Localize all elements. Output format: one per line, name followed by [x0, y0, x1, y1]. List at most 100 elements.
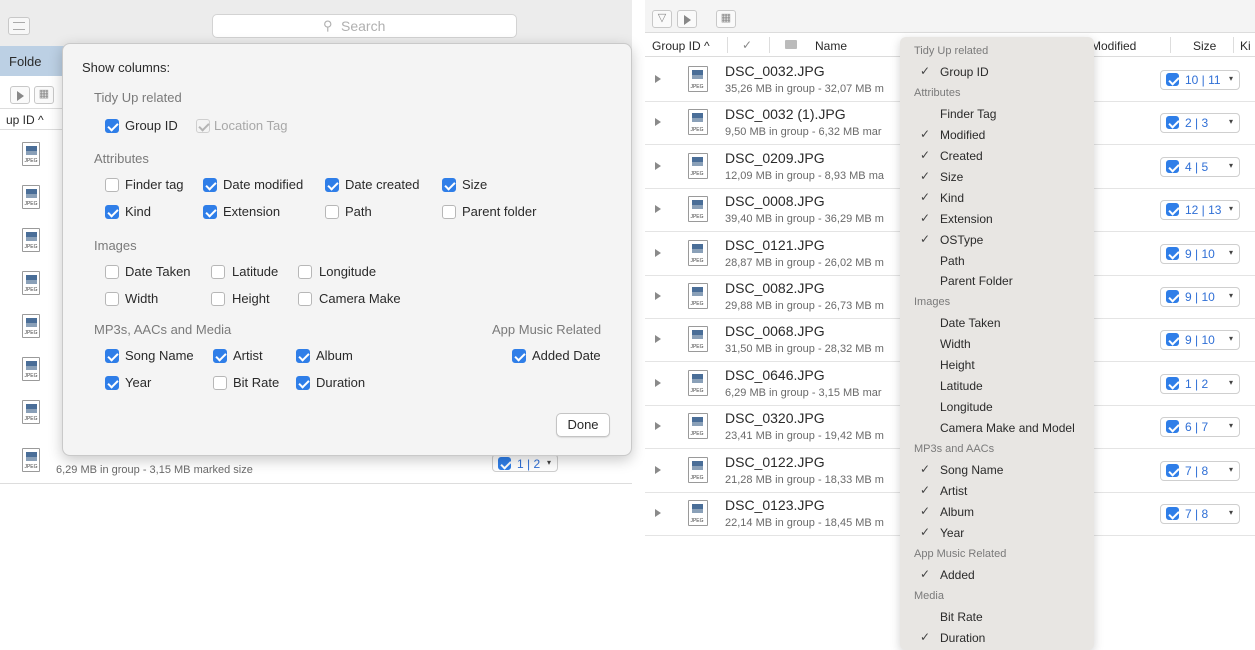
group-select[interactable]: 7 | 8 ▾ [1160, 460, 1240, 481]
artist-checkbox[interactable] [213, 349, 227, 363]
menu-item[interactable]: Latitude [900, 376, 1094, 397]
longitude-checkbox[interactable] [298, 265, 312, 279]
group-checkbox[interactable] [1166, 73, 1179, 86]
column-header-group-id[interactable]: up ID ^ [0, 108, 63, 130]
menu-item[interactable]: Camera Make and Model [900, 418, 1094, 439]
group-select[interactable]: 4 | 5 ▾ [1160, 156, 1240, 177]
width-checkbox[interactable] [105, 292, 119, 306]
menu-item[interactable]: Longitude [900, 397, 1094, 418]
column-header-modified[interactable]: Modified [1091, 39, 1149, 53]
finder-tag-checkbox[interactable] [105, 178, 119, 192]
tab-folders[interactable]: Folde [0, 46, 70, 76]
menu-item[interactable]: Finder Tag [900, 104, 1094, 125]
group-checkbox[interactable] [1166, 116, 1179, 130]
menu-item[interactable]: Bit Rate [900, 607, 1094, 628]
list-item[interactable]: JPEG [8, 177, 63, 220]
group-checkbox[interactable] [1166, 333, 1179, 347]
list-item[interactable]: JPEG [8, 349, 63, 392]
size-checkbox[interactable] [442, 178, 456, 192]
search-field[interactable]: ⚲ Search [212, 14, 517, 38]
date-taken-checkbox[interactable] [105, 265, 119, 279]
menu-item[interactable]: ✓ Size [900, 167, 1094, 188]
filter-button[interactable]: ▽ [652, 10, 672, 28]
camera-make-checkbox[interactable] [298, 292, 312, 306]
column-header-name[interactable]: Name [815, 39, 847, 53]
duration-checkbox[interactable] [296, 376, 310, 390]
disclosure-button[interactable] [677, 10, 697, 28]
sidebar-toggle-button[interactable] [8, 17, 30, 35]
menu-item[interactable]: ✓ Created [900, 146, 1094, 167]
disclosure-triangle-icon[interactable] [655, 248, 661, 257]
column-header-check[interactable]: ✓ [742, 38, 752, 52]
disclosure-triangle-icon[interactable] [655, 161, 661, 170]
group-checkbox[interactable] [1166, 159, 1179, 173]
group-select[interactable]: 6 | 7 ▾ [1160, 417, 1240, 438]
group-select[interactable]: 9 | 10 ▾ [1160, 330, 1240, 351]
menu-item[interactable]: Width [900, 334, 1094, 355]
menu-item[interactable]: ✓ Kind [900, 188, 1094, 209]
group-id-checkbox[interactable] [105, 119, 119, 133]
disclosure-triangle-icon[interactable] [655, 509, 661, 517]
group-checkbox[interactable] [1166, 507, 1179, 520]
menu-item[interactable]: ✓ Duration [900, 628, 1094, 649]
disclosure-triangle-icon[interactable] [655, 118, 661, 127]
disclosure-triangle-icon[interactable] [655, 465, 661, 474]
album-checkbox[interactable] [296, 349, 310, 363]
column-header-kind[interactable]: Ki [1240, 39, 1251, 53]
group-select[interactable]: 9 | 10 ▾ [1160, 287, 1240, 307]
year-checkbox[interactable] [105, 376, 119, 390]
menu-item[interactable]: Height [900, 355, 1094, 376]
column-header-group-id[interactable]: Group ID ^ [652, 39, 710, 53]
bit-rate-checkbox[interactable] [213, 376, 227, 390]
disclosure-triangle-icon[interactable] [655, 422, 661, 431]
group-checkbox[interactable] [1166, 203, 1179, 217]
done-button[interactable]: Done [556, 413, 610, 437]
kind-checkbox[interactable] [105, 205, 119, 219]
extension-checkbox[interactable] [203, 205, 217, 219]
group-select[interactable]: 12 | 13 ▾ [1160, 200, 1240, 221]
parent-folder-checkbox[interactable] [442, 205, 456, 219]
grid-view-button[interactable]: ▦ [34, 86, 54, 104]
date-modified-checkbox[interactable] [203, 178, 217, 192]
disclosure-triangle-icon[interactable] [655, 205, 661, 214]
height-checkbox[interactable] [211, 292, 225, 306]
menu-item[interactable]: ✓ Modified [900, 125, 1094, 146]
group-select[interactable]: 2 | 3 ▾ [1160, 113, 1240, 134]
group-select[interactable]: 1 | 2 ▾ [492, 454, 558, 472]
menu-item[interactable]: ✓ Year [900, 523, 1094, 544]
list-item[interactable]: JPEG [8, 134, 63, 177]
disclosure-button[interactable] [10, 86, 30, 104]
menu-item[interactable]: ✓ Artist [900, 481, 1094, 502]
menu-item[interactable]: ✓ Song Name [900, 460, 1094, 481]
group-select[interactable]: 1 | 2 ▾ [1160, 373, 1240, 394]
group-checkbox[interactable] [498, 457, 511, 470]
menu-item[interactable]: ✓ OSType [900, 230, 1094, 251]
group-checkbox[interactable] [1166, 420, 1179, 434]
disclosure-triangle-icon[interactable] [655, 378, 661, 387]
song-name-checkbox[interactable] [105, 349, 119, 363]
list-item[interactable]: JPEG [8, 220, 63, 263]
menu-item[interactable]: Date Taken [900, 313, 1094, 334]
menu-item[interactable]: ✓ Extension [900, 209, 1094, 230]
group-checkbox[interactable] [1166, 463, 1179, 477]
date-created-checkbox[interactable] [325, 178, 339, 192]
added-date-checkbox[interactable] [512, 349, 526, 363]
group-select[interactable]: 7 | 8 ▾ [1160, 504, 1240, 524]
group-select[interactable]: 9 | 10 ▾ [1160, 243, 1240, 264]
list-item[interactable]: JPEG [8, 392, 63, 435]
menu-item[interactable]: ✓ Album [900, 502, 1094, 523]
group-checkbox[interactable] [1166, 246, 1179, 260]
group-checkbox[interactable] [1166, 376, 1179, 390]
menu-item[interactable]: ✓ Group ID [900, 62, 1094, 83]
menu-item[interactable]: Path [900, 251, 1094, 272]
group-checkbox[interactable] [1166, 290, 1179, 303]
menu-item[interactable]: ✓ Added [900, 565, 1094, 586]
group-select[interactable]: 10 | 11 ▾ [1160, 70, 1240, 90]
list-item[interactable]: JPEG [8, 306, 63, 349]
grid-view-button[interactable]: ▦ [716, 10, 736, 28]
disclosure-triangle-icon[interactable] [655, 292, 661, 300]
disclosure-triangle-icon[interactable] [655, 75, 661, 83]
disclosure-triangle-icon[interactable] [655, 335, 661, 344]
latitude-checkbox[interactable] [211, 265, 225, 279]
menu-item[interactable]: Parent Folder [900, 271, 1094, 292]
